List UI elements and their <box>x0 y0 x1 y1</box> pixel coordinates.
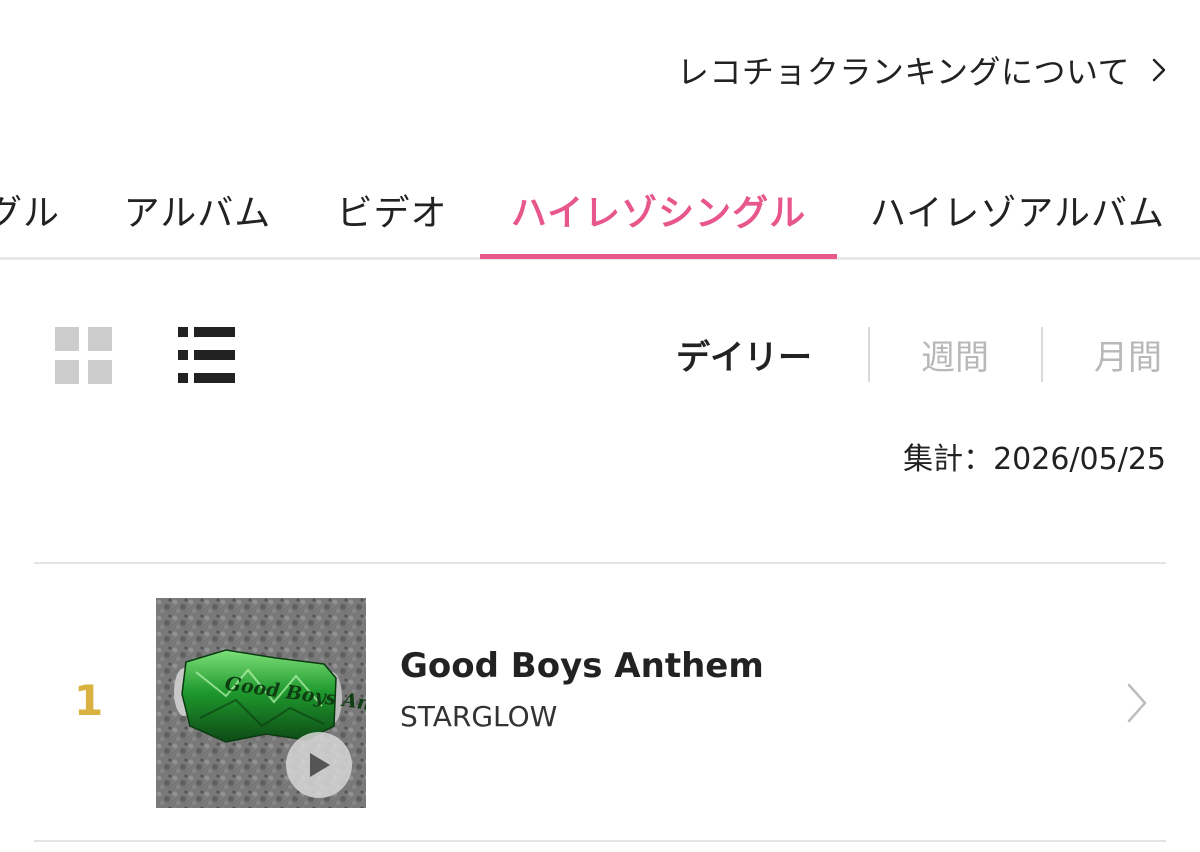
period-monthly[interactable]: 月間 <box>1094 325 1162 383</box>
tab-single[interactable]: グル <box>0 160 60 260</box>
aggregate-date: 集計：2026/05/25 <box>903 442 1166 477</box>
period-divider <box>1041 327 1043 382</box>
about-ranking-link[interactable]: レコチョクランキングについて <box>677 46 1166 94</box>
chevron-right-icon <box>1152 58 1166 82</box>
active-tab-indicator <box>480 254 837 259</box>
divider <box>34 840 1166 842</box>
period-divider <box>868 327 870 382</box>
rank-number: 1 <box>74 676 104 725</box>
period-daily[interactable]: デイリー <box>676 325 812 383</box>
category-tabs: グル アルバム ビデオ ハイレゾシングル ハイレゾアルバム <box>0 160 1200 260</box>
chevron-right-icon <box>1126 682 1148 724</box>
track-title: Good Boys Anthem <box>400 646 764 686</box>
tab-hires-single[interactable]: ハイレゾシングル <box>480 160 837 260</box>
tab-video[interactable]: ビデオ <box>322 160 462 260</box>
about-ranking-label: レコチョクランキングについて <box>676 53 1130 91</box>
grid-view-icon[interactable] <box>55 327 112 384</box>
ranking-row[interactable]: 1 Good Boys Anthem Good Boys Anthem STAR… <box>34 564 1166 840</box>
tab-hires-album[interactable]: ハイレゾアルバム <box>855 160 1180 260</box>
tab-album[interactable]: アルバム <box>110 160 285 260</box>
period-weekly[interactable]: 週間 <box>921 325 989 383</box>
track-artist: STARGLOW <box>400 700 558 733</box>
list-view-icon[interactable] <box>178 327 235 384</box>
play-icon <box>310 753 330 777</box>
album-jacket[interactable]: Good Boys Anthem <box>156 598 366 808</box>
play-button[interactable] <box>286 732 352 798</box>
